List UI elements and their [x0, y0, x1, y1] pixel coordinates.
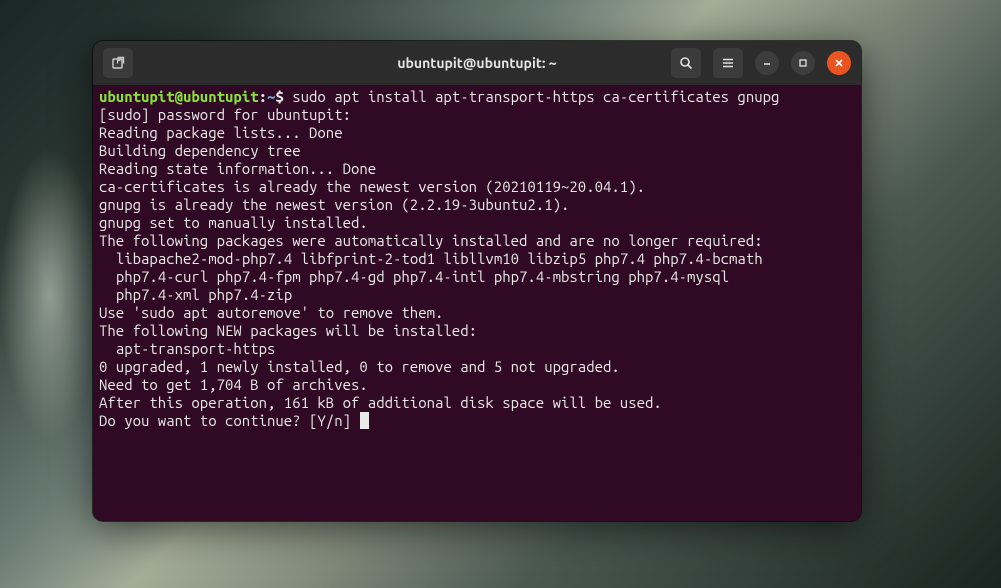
terminal-content[interactable]: ubuntupit@ubuntupit:~$ sudo apt install …: [93, 85, 861, 521]
new-tab-icon: [111, 56, 125, 70]
maximize-icon: [798, 58, 808, 68]
output-line: Do you want to continue? [Y/n]: [99, 412, 855, 430]
output-line: libapache2-mod-php7.4 libfprint-2-tod1 l…: [99, 250, 855, 268]
prompt-line: ubuntupit@ubuntupit:~$ sudo apt install …: [99, 88, 855, 106]
titlebar-left-group: [103, 48, 133, 78]
window-titlebar[interactable]: ubuntupit@ubuntupit: ~: [93, 41, 861, 85]
prompt-separator: :: [259, 88, 267, 105]
output-line: Use 'sudo apt autoremove' to remove them…: [99, 304, 855, 322]
search-button[interactable]: [671, 48, 701, 78]
minimize-icon: [762, 58, 772, 68]
hamburger-icon: [721, 56, 735, 70]
minimize-button[interactable]: [755, 51, 779, 75]
terminal-window: ubuntupit@ubuntupit: ~: [93, 41, 861, 521]
output-line: Need to get 1,704 B of archives.: [99, 376, 855, 394]
cursor: [360, 412, 369, 429]
wallpaper-highlight: [0, 147, 100, 441]
output-line: Building dependency tree: [99, 142, 855, 160]
prompt-symbol: $: [275, 88, 292, 105]
output-line: 0 upgraded, 1 newly installed, 0 to remo…: [99, 358, 855, 376]
search-icon: [679, 56, 693, 70]
output-line: php7.4-xml php7.4-zip: [99, 286, 855, 304]
output-line: [sudo] password for ubuntupit:: [99, 106, 855, 124]
menu-button[interactable]: [713, 48, 743, 78]
maximize-button[interactable]: [791, 51, 815, 75]
output-line: Reading package lists... Done: [99, 124, 855, 142]
close-button[interactable]: [827, 51, 851, 75]
output-line: Reading state information... Done: [99, 160, 855, 178]
command-text: sudo apt install apt-transport-https ca-…: [292, 88, 779, 105]
output-line: gnupg set to manually installed.: [99, 214, 855, 232]
window-title: ubuntupit@ubuntupit: ~: [397, 55, 556, 71]
titlebar-right-group: [671, 48, 851, 78]
output-line: php7.4-curl php7.4-fpm php7.4-gd php7.4-…: [99, 268, 855, 286]
output-line: The following packages were automaticall…: [99, 232, 855, 250]
output-line: gnupg is already the newest version (2.2…: [99, 196, 855, 214]
output-line: After this operation, 161 kB of addition…: [99, 394, 855, 412]
output-line: apt-transport-https: [99, 340, 855, 358]
close-icon: [834, 58, 844, 68]
new-tab-button[interactable]: [103, 48, 133, 78]
prompt-user-host: ubuntupit@ubuntupit: [99, 88, 259, 105]
output-line: The following NEW packages will be insta…: [99, 322, 855, 340]
output-line: ca-certificates is already the newest ve…: [99, 178, 855, 196]
